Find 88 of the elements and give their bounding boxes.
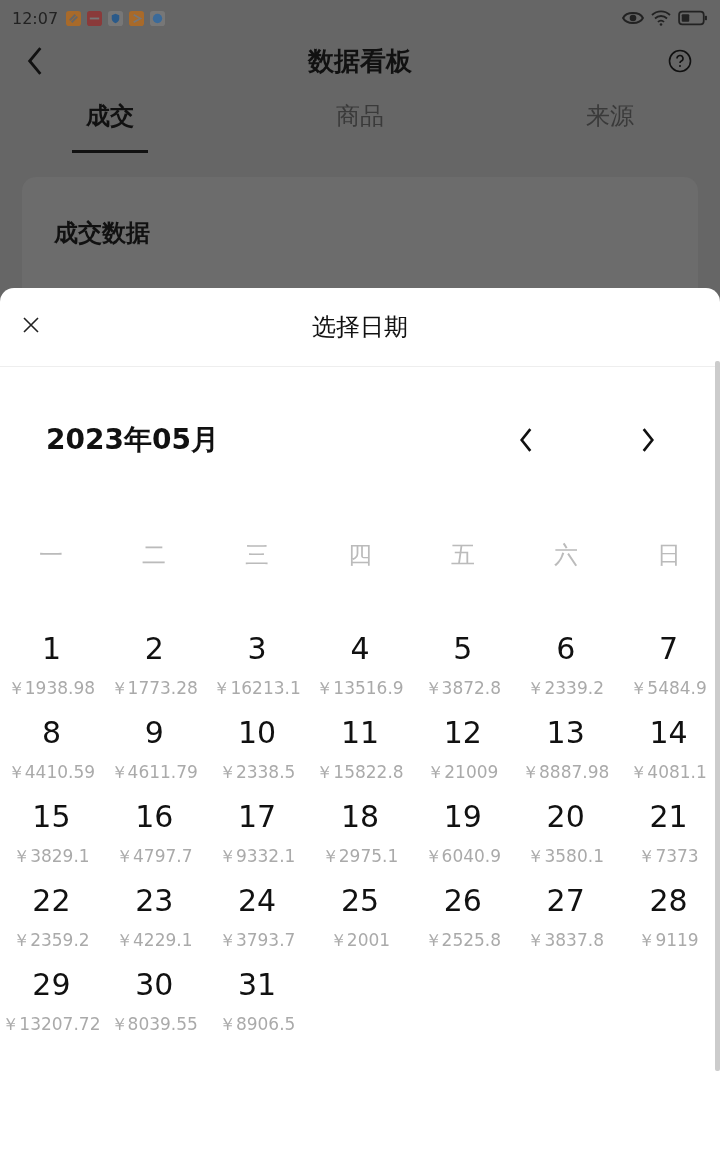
day-number[interactable]: 3 <box>247 629 267 669</box>
day-amount: ￥3872.8 <box>424 677 502 699</box>
day-amount: ￥2975.1 <box>321 845 399 867</box>
day-number[interactable]: 19 <box>443 797 482 837</box>
day-number[interactable]: 4 <box>350 629 370 669</box>
scrollbar[interactable] <box>715 361 720 1071</box>
battery-icon <box>678 10 708 26</box>
weekday-label: 三 <box>244 540 271 571</box>
day-number[interactable]: 20 <box>546 797 585 837</box>
help-icon[interactable] <box>668 49 692 73</box>
day-amount: ￥2525.8 <box>424 929 502 951</box>
day-number[interactable]: 2 <box>144 629 164 669</box>
day-amount: ￥13516.9 <box>316 677 404 699</box>
day-amount: ￥2338.5 <box>218 761 296 783</box>
weekday-label: 五 <box>449 540 476 571</box>
day-amount: ￥2339.2 <box>527 677 604 699</box>
day-number[interactable]: 23 <box>135 881 174 921</box>
day-number[interactable]: 31 <box>238 965 277 1005</box>
day-number[interactable]: 22 <box>32 881 71 921</box>
day-number[interactable]: 27 <box>546 881 585 921</box>
day-number[interactable]: 11 <box>340 713 380 753</box>
day-amount: ￥15822.8 <box>316 761 404 783</box>
day-amount: ￥4081.1 <box>630 761 707 783</box>
day-amount: ￥9332.1 <box>218 845 296 867</box>
day-amount: ￥7373 <box>638 845 699 867</box>
eye-icon <box>622 10 644 26</box>
day-number[interactable]: 30 <box>135 965 174 1005</box>
close-icon[interactable] <box>23 317 39 333</box>
day-number[interactable]: 18 <box>340 797 380 837</box>
day-number[interactable]: 15 <box>32 797 71 837</box>
day-number[interactable]: 26 <box>443 881 482 921</box>
day-amount: ￥2359.2 <box>13 929 90 951</box>
day-number[interactable]: 14 <box>649 713 688 753</box>
status-time: 12:07 <box>12 8 59 28</box>
day-number[interactable]: 7 <box>659 629 679 669</box>
day-amount: ￥2001 <box>329 929 391 951</box>
day-number[interactable]: 28 <box>649 881 688 921</box>
day-amount: ￥4797.7 <box>116 845 193 867</box>
day-amount: ￥13207.72 <box>2 1013 101 1035</box>
day-amount: ￥1938.98 <box>7 677 96 699</box>
app-notification-icon <box>66 10 82 26</box>
day-amount: ￥16213.1 <box>213 677 301 699</box>
day-amount: ￥3829.1 <box>13 845 90 867</box>
day-number[interactable]: 12 <box>443 713 482 753</box>
month-label: 2023年05月 <box>46 422 220 458</box>
day-amount: ￥4229.1 <box>116 929 193 951</box>
day-amount: ￥4611.79 <box>110 761 198 783</box>
page-title: 数据看板 <box>308 44 412 78</box>
day-number[interactable]: 9 <box>144 713 164 753</box>
day-number[interactable]: 21 <box>649 797 688 837</box>
day-amount: ￥8039.55 <box>110 1013 198 1035</box>
card-title: 成交数据 <box>54 219 150 247</box>
day-number[interactable]: 24 <box>238 881 277 921</box>
day-amount: ￥3837.8 <box>527 929 604 951</box>
day-number[interactable]: 5 <box>453 629 473 669</box>
day-amount: ￥21009 <box>427 761 499 783</box>
day-amount: ￥4410.59 <box>7 761 96 783</box>
day-number[interactable]: 25 <box>340 881 380 921</box>
app-notification-icon <box>150 10 166 26</box>
day-number[interactable]: 8 <box>41 713 61 753</box>
day-number[interactable]: 16 <box>135 797 174 837</box>
next-month-icon[interactable] <box>640 427 656 453</box>
day-amount: ￥3580.1 <box>527 845 604 867</box>
day-amount: ￥3793.7 <box>218 929 296 951</box>
weekday-label: 二 <box>141 540 168 571</box>
day-amount: ￥8906.5 <box>218 1013 296 1035</box>
weekday-label: 六 <box>552 540 579 571</box>
previous-month-icon[interactable] <box>518 427 534 453</box>
weekday-label: 四 <box>347 540 373 571</box>
day-amount: ￥8887.98 <box>522 761 610 783</box>
weekday-label: 日 <box>655 540 682 571</box>
day-number[interactable]: 1 <box>41 629 61 669</box>
weekday-label: 一 <box>38 540 65 571</box>
day-amount: ￥5484.9 <box>630 677 707 699</box>
day-number[interactable]: 29 <box>32 965 71 1005</box>
day-amount: ￥9119 <box>638 929 699 951</box>
app-notification-icon <box>87 10 103 26</box>
day-number[interactable]: 10 <box>238 713 277 753</box>
day-amount: ￥1773.28 <box>110 677 198 699</box>
back-icon[interactable] <box>26 46 44 76</box>
day-amount: ￥6040.9 <box>424 845 502 867</box>
day-number[interactable]: 6 <box>556 629 576 669</box>
app-notification-icon <box>129 10 145 26</box>
day-number[interactable]: 13 <box>546 713 585 753</box>
day-number[interactable]: 17 <box>238 797 277 837</box>
wifi-icon <box>650 10 672 26</box>
sheet-title: 选择日期 <box>312 312 408 343</box>
shield-icon <box>108 10 124 26</box>
